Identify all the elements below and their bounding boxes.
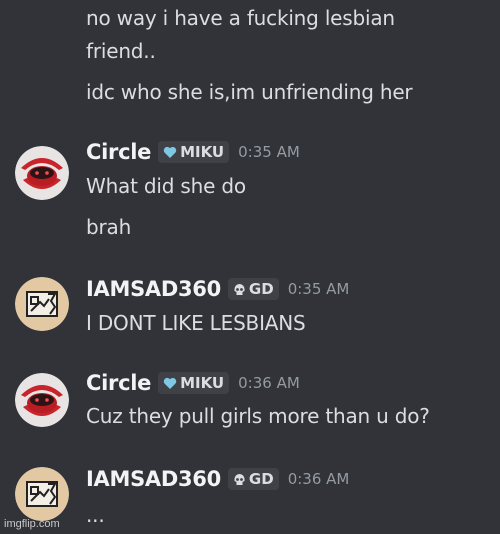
timestamp[interactable]: 0:35 AM: [288, 280, 350, 298]
avatar[interactable]: [15, 373, 69, 427]
username[interactable]: Circle: [86, 140, 151, 164]
tag-label: GD: [248, 280, 274, 298]
username[interactable]: IAMSAD360: [86, 277, 221, 301]
username[interactable]: Circle: [86, 371, 151, 395]
watermark: imgflip.com: [4, 518, 60, 530]
message-header: Circle MIKU 0:35 AM: [86, 140, 300, 164]
message-header: Circle MIKU 0:36 AM: [86, 371, 300, 395]
message-text: friend..: [86, 39, 156, 63]
message-text: I DONT LIKE LESBIANS: [86, 311, 306, 335]
timestamp[interactable]: 0:36 AM: [288, 470, 350, 488]
message-text: What did she do: [86, 174, 246, 198]
message-text: no way i have a fucking lesbian: [86, 6, 395, 30]
message-header: IAMSAD360 GD 0:35 AM: [86, 277, 349, 301]
tag-label: MIKU: [180, 374, 225, 392]
tag-label: GD: [248, 470, 274, 488]
message-header: IAMSAD360 GD 0:36 AM: [86, 467, 349, 491]
user-tag[interactable]: GD: [227, 468, 279, 490]
timestamp[interactable]: 0:35 AM: [238, 143, 300, 161]
user-tag[interactable]: GD: [227, 278, 279, 300]
skull-icon: [233, 283, 246, 296]
timestamp[interactable]: 0:36 AM: [238, 374, 300, 392]
message-text: idc who she is,im unfriending her: [86, 80, 413, 104]
avatar[interactable]: [15, 146, 69, 200]
avatar[interactable]: [15, 467, 69, 521]
heart-icon: [163, 377, 177, 390]
skull-icon: [233, 473, 246, 486]
message-text: ...: [86, 503, 105, 527]
user-tag[interactable]: MIKU: [158, 372, 230, 394]
tag-label: MIKU: [180, 143, 225, 161]
user-tag[interactable]: MIKU: [158, 141, 230, 163]
message-text: Cuz they pull girls more than u do?: [86, 404, 430, 428]
username[interactable]: IAMSAD360: [86, 467, 221, 491]
message-text: brah: [86, 215, 132, 239]
heart-icon: [163, 146, 177, 159]
avatar[interactable]: [15, 277, 69, 331]
